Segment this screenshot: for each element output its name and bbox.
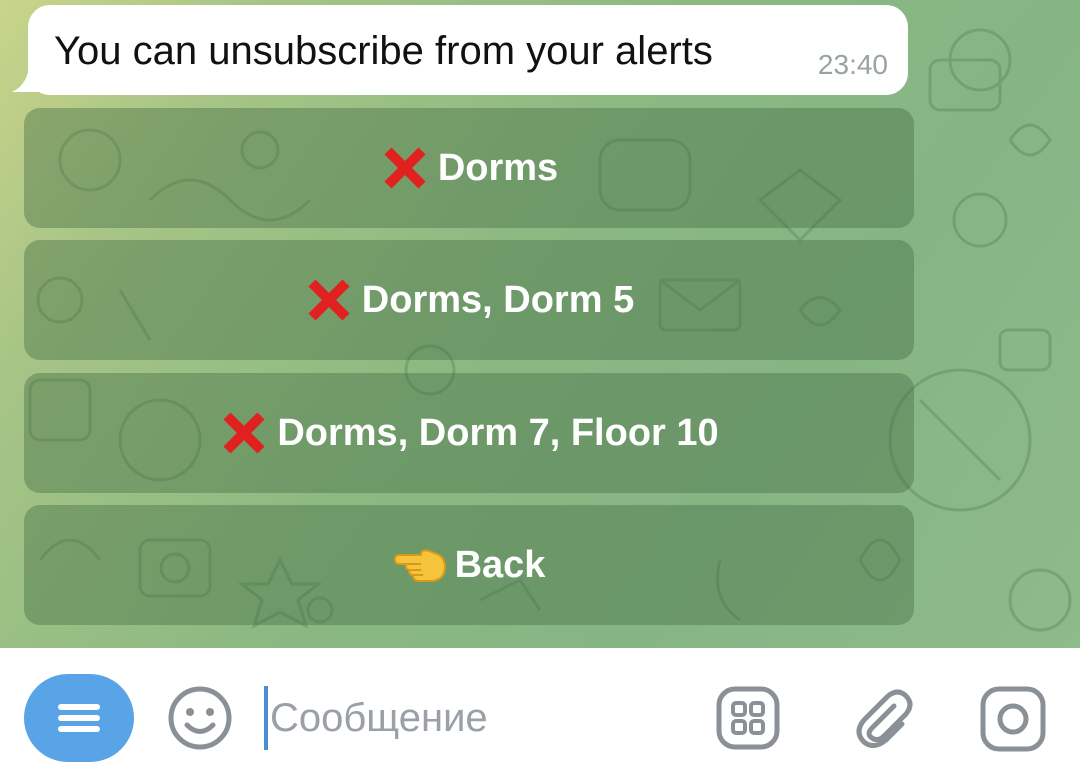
message-text: You can unsubscribe from your alerts xyxy=(54,29,713,73)
message-time: 23:40 xyxy=(817,49,888,80)
back-button[interactable]: Back xyxy=(24,505,914,625)
chat-area: You can unsubscribe from your alerts 23:… xyxy=(0,0,1080,648)
message-bubble: You can unsubscribe from your alerts 23:… xyxy=(28,5,908,95)
message-input[interactable] xyxy=(270,688,690,748)
unsubscribe-dorms-button[interactable]: Dorms xyxy=(24,108,914,228)
text-cursor xyxy=(264,686,268,750)
bubble-tail xyxy=(12,56,42,92)
camera-icon[interactable] xyxy=(980,686,1046,752)
pointing-left-hand-icon xyxy=(393,549,446,582)
button-label: Back xyxy=(454,544,546,586)
cross-mark-icon xyxy=(384,147,426,189)
apps-icon[interactable] xyxy=(716,686,780,750)
cross-mark-icon xyxy=(223,412,265,454)
message-input-bar xyxy=(0,648,1080,780)
emoji-icon[interactable] xyxy=(166,684,234,752)
button-label: Dorms, Dorm 7, Floor 10 xyxy=(277,412,719,454)
unsubscribe-dorm-5-button[interactable]: Dorms, Dorm 5 xyxy=(24,240,914,360)
button-label: Dorms xyxy=(437,147,559,189)
cross-mark-icon xyxy=(308,279,350,321)
paperclip-icon[interactable] xyxy=(848,684,914,750)
button-label: Dorms, Dorm 5 xyxy=(361,279,635,321)
unsubscribe-dorm-7-floor-10-button[interactable]: Dorms, Dorm 7, Floor 10 xyxy=(24,373,914,493)
bot-menu-button[interactable] xyxy=(24,674,134,762)
